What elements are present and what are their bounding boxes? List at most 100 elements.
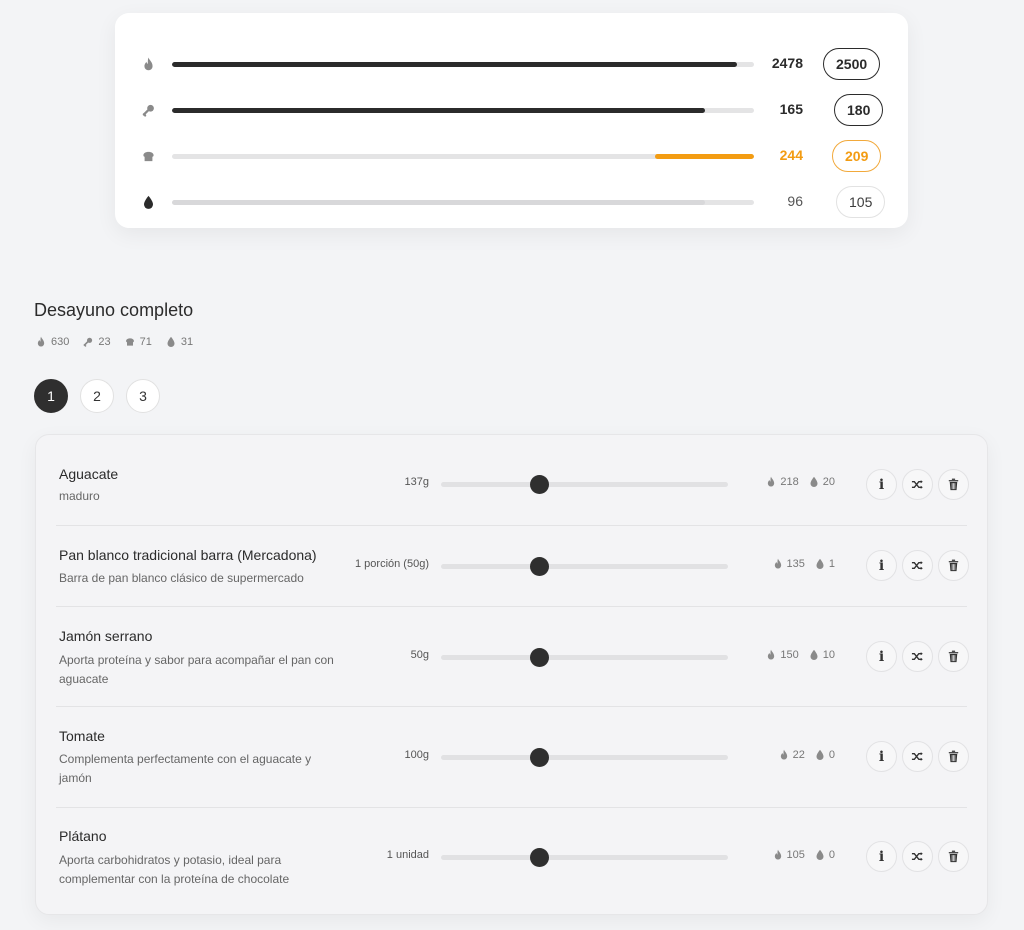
protein-current: 165 xyxy=(779,101,803,117)
trash-icon xyxy=(948,850,959,863)
droplet-icon xyxy=(166,336,176,348)
info-icon: i xyxy=(878,848,885,865)
info-button[interactable]: i xyxy=(866,641,897,672)
slider-thumb[interactable] xyxy=(529,648,549,667)
food-name: Tomate xyxy=(59,728,105,744)
info-button[interactable]: i xyxy=(866,469,897,500)
slider-thumb[interactable] xyxy=(529,557,549,576)
food-row: Plátano Aporta carbohidratos y potasio, … xyxy=(36,808,987,914)
trash-icon xyxy=(948,559,959,572)
option-tab-2[interactable]: 2 xyxy=(80,379,114,413)
swap-button[interactable] xyxy=(902,641,933,672)
droplet-icon xyxy=(809,476,819,488)
food-name: Plátano xyxy=(59,828,107,844)
info-button[interactable]: i xyxy=(866,550,897,581)
trash-icon xyxy=(948,750,959,763)
option-tab-1[interactable]: 1 xyxy=(34,379,68,413)
droplet-icon xyxy=(809,649,819,661)
food-row: Jamón serrano Aporta proteína y sabor pa… xyxy=(36,607,987,707)
food-description: Aporta proteína y sabor para acompañar e… xyxy=(59,653,334,686)
food-row: Pan blanco tradicional barra (Mercadona)… xyxy=(36,526,987,607)
meal-option-tabs: 1 2 3 xyxy=(34,379,160,413)
meal-fat: 31 xyxy=(180,336,194,348)
quantity-slider[interactable] xyxy=(441,648,728,667)
flame-icon xyxy=(773,558,783,570)
food-description: Complementa perfectamente con el aguacat… xyxy=(59,752,312,785)
food-actions: i xyxy=(866,741,969,772)
droplet-icon xyxy=(815,849,825,861)
info-icon: i xyxy=(878,648,885,665)
trash-icon xyxy=(948,650,959,663)
protein-goal-button[interactable]: 180 xyxy=(834,94,884,126)
fat-goal-button[interactable]: 105 xyxy=(836,186,886,218)
fat-current: 96 xyxy=(787,193,803,209)
food-fat: 0 xyxy=(828,749,835,761)
droplet-icon xyxy=(141,194,155,210)
slider-thumb[interactable] xyxy=(529,748,549,767)
calories-current: 2478 xyxy=(771,55,803,71)
info-icon: i xyxy=(878,748,885,765)
food-actions: i xyxy=(866,841,969,872)
meal-protein: 23 xyxy=(98,336,111,348)
shuffle-icon xyxy=(911,478,924,491)
meal-title: Desayuno completo xyxy=(34,300,194,320)
macro-row-carbs: 244 209 xyxy=(115,140,908,172)
food-fat: 10 xyxy=(822,649,835,661)
food-macros: 22 0 xyxy=(779,749,835,761)
trash-icon xyxy=(948,478,959,491)
info-icon: i xyxy=(878,476,885,493)
calories-goal-button[interactable]: 2500 xyxy=(823,48,881,80)
food-kcal: 105 xyxy=(786,849,805,861)
food-actions: i xyxy=(866,550,969,581)
slider-thumb[interactable] xyxy=(529,848,549,867)
quantity-slider[interactable] xyxy=(441,475,728,494)
food-macros: 150 10 xyxy=(766,649,835,661)
delete-button[interactable] xyxy=(938,841,969,872)
quantity-slider[interactable] xyxy=(441,557,728,576)
info-button[interactable]: i xyxy=(866,841,897,872)
food-name: Aguacate xyxy=(59,466,119,482)
carbs-current: 244 xyxy=(779,147,803,163)
protein-progress-bar xyxy=(172,108,754,113)
slider-thumb[interactable] xyxy=(529,475,549,494)
macro-row-protein: 165 180 xyxy=(115,94,908,126)
food-description: Aporta carbohidratos y potasio, ideal pa… xyxy=(59,853,290,886)
fat-progress-bar xyxy=(172,200,754,205)
food-description: Barra de pan blanco clásico de supermerc… xyxy=(59,571,304,585)
swap-button[interactable] xyxy=(902,469,933,500)
swap-button[interactable] xyxy=(902,841,933,872)
food-list: Aguacate maduro 137g 218 20 i Pan blanco… xyxy=(35,434,988,915)
food-description: maduro xyxy=(59,489,100,503)
swap-button[interactable] xyxy=(902,550,933,581)
carbs-progress-bar xyxy=(172,154,754,159)
food-actions: i xyxy=(866,641,969,672)
shuffle-icon xyxy=(911,750,924,763)
food-name: Jamón serrano xyxy=(59,628,153,644)
food-fat: 1 xyxy=(828,558,835,570)
shuffle-icon xyxy=(911,850,924,863)
quantity-slider[interactable] xyxy=(441,848,728,867)
flame-icon xyxy=(766,649,776,661)
shuffle-icon xyxy=(911,650,924,663)
food-kcal: 150 xyxy=(780,649,799,661)
drumstick-icon xyxy=(141,102,155,118)
swap-button[interactable] xyxy=(902,741,933,772)
delete-button[interactable] xyxy=(938,550,969,581)
food-row: Tomate Complementa perfectamente con el … xyxy=(36,707,987,808)
food-macros: 105 0 xyxy=(773,849,835,861)
food-quantity: 1 unidad xyxy=(386,849,429,861)
info-button[interactable]: i xyxy=(866,741,897,772)
quantity-slider[interactable] xyxy=(441,748,728,767)
food-quantity: 50g xyxy=(410,649,429,661)
shuffle-icon xyxy=(911,559,924,572)
food-macros: 218 20 xyxy=(766,476,835,488)
delete-button[interactable] xyxy=(938,469,969,500)
delete-button[interactable] xyxy=(938,741,969,772)
info-icon: i xyxy=(878,557,885,574)
bread-icon xyxy=(141,148,155,164)
carbs-goal-button[interactable]: 209 xyxy=(832,140,882,172)
delete-button[interactable] xyxy=(938,641,969,672)
food-quantity: 1 porción (50g) xyxy=(355,558,429,570)
option-tab-3[interactable]: 3 xyxy=(126,379,160,413)
drumstick-icon xyxy=(83,336,93,348)
